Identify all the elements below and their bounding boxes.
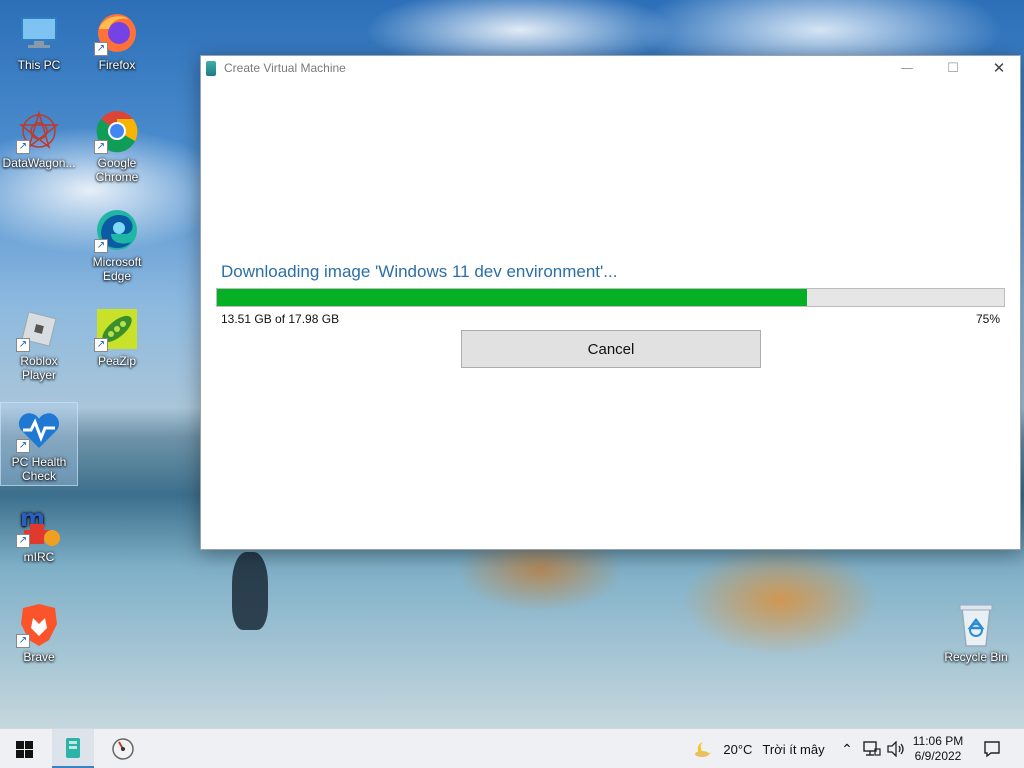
download-status-text: Downloading image 'Windows 11 dev enviro…: [221, 262, 618, 281]
wallpaper-silhouette: [232, 552, 268, 630]
icon-label: PC Health Check: [11, 455, 67, 483]
shortcut-arrow-icon: ↗: [16, 534, 30, 548]
taskbar: 20°C Trời ít mây ⌃ 11:06 PM 6/9/2022: [0, 728, 1024, 768]
pc-health-check-icon: ↗: [16, 407, 62, 453]
minimize-button[interactable]: —: [884, 56, 930, 80]
moon-cloud-icon: [695, 742, 712, 757]
network-icon[interactable]: [860, 729, 884, 768]
windows-logo-icon: [15, 740, 33, 758]
desktop-icon-pc-health-check[interactable]: ↗ PC Health Check: [0, 402, 78, 486]
icon-label: Roblox Player: [20, 354, 58, 382]
desktop-icon-firefox[interactable]: ↗ Firefox: [78, 6, 156, 92]
icon-label: mIRC: [23, 550, 55, 564]
datawagon-icon: ↗: [16, 108, 62, 154]
window-titlebar[interactable]: Create Virtual Machine — ☐ ✕: [201, 56, 1020, 80]
system-clock[interactable]: 11:06 PM 6/9/2022: [906, 729, 970, 768]
shortcut-arrow-icon: ↗: [16, 140, 30, 154]
notification-center-icon[interactable]: [976, 729, 1008, 768]
shortcut-arrow-icon: ↗: [94, 140, 108, 154]
icon-label: Firefox: [98, 58, 136, 72]
this-pc-icon: [16, 10, 62, 56]
app-icon: [206, 61, 216, 76]
desktop-icon-this-pc[interactable]: This PC: [0, 6, 78, 92]
progress-fill: [217, 289, 808, 306]
taskbar-app-vm-creator[interactable]: [52, 729, 94, 768]
clock-time: 11:06 PM: [912, 734, 964, 748]
shortcut-arrow-icon: ↗: [16, 439, 30, 453]
shortcut-arrow-icon: ↗: [16, 634, 30, 648]
desktop-icon-brave[interactable]: ↗ Brave: [0, 598, 78, 684]
firefox-icon: ↗: [94, 10, 140, 56]
clock-date: 6/9/2022: [914, 749, 962, 763]
recycle-bin-icon: [953, 602, 999, 648]
maximize-button[interactable]: ☐: [930, 56, 976, 80]
mirc-icon: m ↗: [16, 502, 62, 548]
icon-label: Brave: [23, 650, 55, 664]
edge-icon: ↗: [94, 207, 140, 253]
desktop-icon-mirc[interactable]: m ↗ mIRC: [0, 498, 78, 584]
weather-desc: Trời ít mây: [762, 741, 825, 757]
icon-label: Recycle Bin: [944, 650, 1008, 664]
brave-icon: ↗: [16, 602, 62, 648]
weather-temp: 20°C: [723, 741, 753, 757]
desktop-icon-roblox[interactable]: ↗ Roblox Player: [0, 302, 78, 388]
icon-label: DataWagon...: [2, 156, 76, 170]
icon-label: Microsoft Edge: [92, 255, 142, 283]
icon-label: This PC: [17, 58, 61, 72]
chrome-icon: ↗: [94, 108, 140, 154]
progress-percent-text: 75%: [975, 312, 1000, 326]
download-progress-bar: [216, 288, 1005, 307]
desktop-icon-google-chrome[interactable]: ↗ Google Chrome: [78, 104, 156, 190]
start-button[interactable]: [0, 729, 48, 768]
volume-icon[interactable]: [884, 729, 908, 768]
shortcut-arrow-icon: ↗: [16, 338, 30, 352]
icon-label: Google Chrome: [95, 156, 139, 184]
vm-creator-icon: [66, 737, 80, 758]
window-title: Create Virtual Machine: [224, 61, 346, 75]
close-button[interactable]: ✕: [976, 56, 1022, 80]
taskbar-app-2[interactable]: [102, 729, 144, 768]
desktop-icon-recycle-bin[interactable]: Recycle Bin: [936, 598, 1016, 684]
shortcut-arrow-icon: ↗: [94, 239, 108, 253]
create-vm-window: Create Virtual Machine — ☐ ✕ Downloading…: [200, 55, 1021, 550]
weather-widget[interactable]: 20°C Trời ít mây: [688, 729, 830, 768]
show-hidden-icons-chevron-icon[interactable]: ⌃: [838, 729, 856, 768]
cancel-button[interactable]: Cancel: [461, 330, 761, 368]
shortcut-arrow-icon: ↗: [94, 42, 108, 56]
peazip-icon: ↗: [94, 306, 140, 352]
icon-label: PeaZip: [97, 354, 137, 368]
gauge-app-icon: [112, 738, 134, 760]
desktop-icon-microsoft-edge[interactable]: ↗ Microsoft Edge: [78, 203, 156, 289]
roblox-icon: ↗: [16, 306, 62, 352]
desktop-icon-peazip[interactable]: ↗ PeaZip: [78, 302, 156, 388]
desktop-icon-datawagon[interactable]: ↗ DataWagon...: [0, 104, 78, 190]
downloaded-size-text: 13.51 GB of 17.98 GB: [221, 312, 340, 326]
shortcut-arrow-icon: ↗: [94, 338, 108, 352]
